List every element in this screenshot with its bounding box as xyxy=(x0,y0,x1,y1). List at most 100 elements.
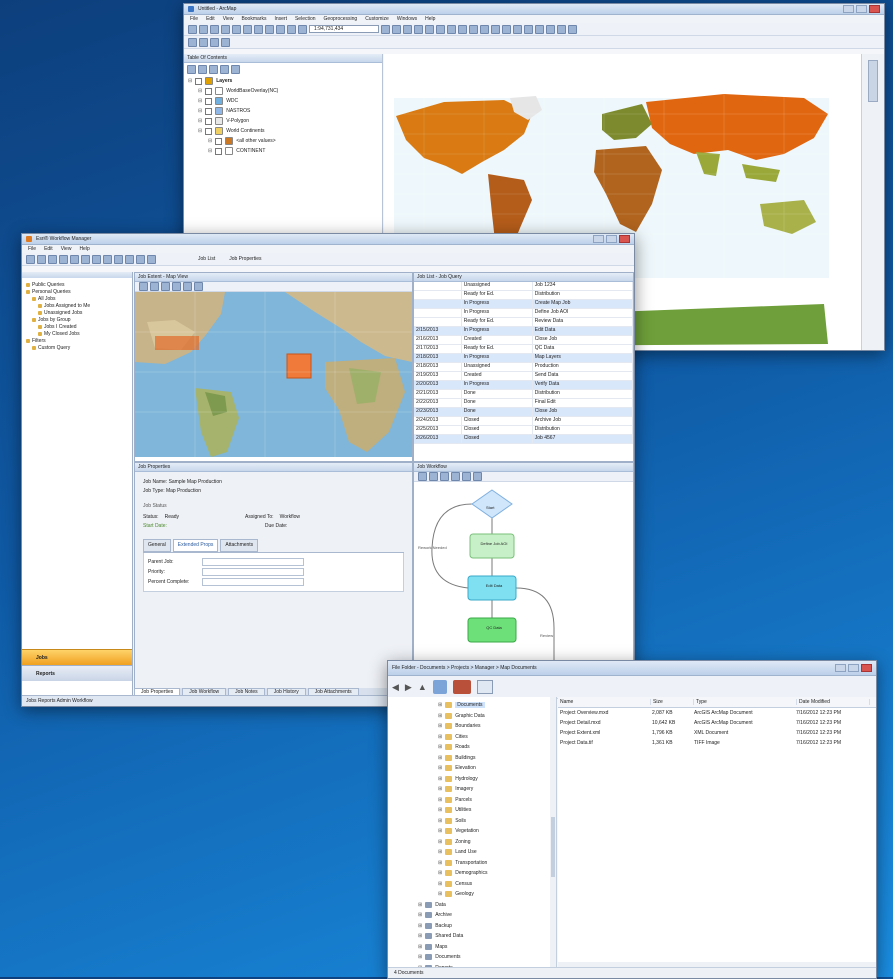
pan-icon[interactable] xyxy=(161,282,170,291)
zoom-in-icon[interactable] xyxy=(139,282,148,291)
expand-icon[interactable]: ⊞ xyxy=(418,944,422,950)
expand-icon[interactable]: ⊞ xyxy=(438,807,442,813)
python-icon[interactable] xyxy=(436,24,445,34)
toolbox-icon[interactable] xyxy=(425,24,434,34)
checkbox-icon[interactable] xyxy=(205,117,213,125)
folder-tree-item[interactable]: ⊞ Graphic Data xyxy=(388,711,556,722)
identify-icon[interactable] xyxy=(535,24,544,34)
job-extent-map[interactable] xyxy=(135,292,412,457)
toc-layer-row[interactable]: ⊟ WorldBaseOverlay(NC) xyxy=(184,86,382,96)
data-view-icon[interactable] xyxy=(199,37,208,47)
tab-job-list[interactable]: Job List xyxy=(198,256,215,262)
checkbox-icon[interactable] xyxy=(215,137,223,145)
attach-icon[interactable] xyxy=(136,254,145,264)
prop-field-input[interactable] xyxy=(202,558,304,566)
expand-icon[interactable]: ⊟ xyxy=(208,148,212,154)
folder-tree-item[interactable]: ⊞ Elevation xyxy=(388,763,556,774)
minimize-icon[interactable] xyxy=(593,235,604,243)
pause-icon[interactable] xyxy=(221,37,230,47)
job-aoi-atlantic[interactable] xyxy=(286,353,312,379)
scale-box[interactable]: 1:94,731,434 xyxy=(309,25,379,33)
file-row[interactable]: Project Data.tif 1,361 KB TIFF Image 7/16/2… xyxy=(558,738,876,748)
query-tree-item[interactable]: Jobs by Group xyxy=(22,317,132,324)
expand-icon[interactable]: ⊞ xyxy=(418,902,422,908)
forward-icon[interactable] xyxy=(513,24,522,34)
full-extent-icon[interactable] xyxy=(491,24,500,34)
select-icon[interactable] xyxy=(194,282,203,291)
job-list-row[interactable]: Ready for Ed. Review Data xyxy=(414,318,633,327)
checkbox-icon[interactable] xyxy=(205,97,213,105)
zoom-in-icon[interactable] xyxy=(458,24,467,34)
expand-icon[interactable]: ⊞ xyxy=(438,818,442,824)
job-list-row[interactable]: 2/18/2013 Unassigned Production xyxy=(414,363,633,372)
job-aoi-north-america[interactable] xyxy=(155,336,199,350)
execute-step-icon[interactable] xyxy=(451,472,460,481)
tree-scrollbar[interactable] xyxy=(550,697,556,968)
mark-step-complete-icon[interactable] xyxy=(462,472,471,481)
folder-tree-item[interactable]: ⊞ Parcels xyxy=(388,795,556,806)
nav-button-jobs[interactable]: Jobs xyxy=(22,649,132,665)
new-job-icon[interactable] xyxy=(26,254,35,264)
close-icon[interactable] xyxy=(861,664,872,672)
expand-icon[interactable]: ⊞ xyxy=(438,765,442,771)
expand-icon[interactable]: ⊟ xyxy=(198,128,202,134)
zoom-out-icon[interactable] xyxy=(150,282,159,291)
query-tree-item[interactable]: Personal Queries xyxy=(22,289,132,296)
column-header[interactable]: Size xyxy=(651,699,694,705)
dock-tab[interactable] xyxy=(868,60,878,102)
workflow-step-define-aoi[interactable] xyxy=(469,533,515,559)
zoom-out-icon[interactable] xyxy=(469,24,478,34)
options-icon[interactable] xyxy=(231,65,240,74)
add-data-icon[interactable] xyxy=(298,24,307,34)
query-tree-item[interactable]: Jobs I Created xyxy=(22,324,132,331)
cut-icon[interactable] xyxy=(232,24,241,34)
menu-item-insert[interactable]: Insert xyxy=(274,16,287,22)
folder-tree-item[interactable]: ⊞ Archive xyxy=(388,910,556,921)
folder-tree-item[interactable]: ⊞ Imagery xyxy=(388,784,556,795)
expand-icon[interactable]: ⊞ xyxy=(438,870,442,876)
workflow-step-qc-data[interactable] xyxy=(467,617,517,643)
folder-tree-item[interactable]: ⊞ Transportation xyxy=(388,858,556,869)
redo-icon[interactable] xyxy=(287,24,296,34)
folder-tree-item[interactable]: ⊞ Land Use xyxy=(388,847,556,858)
job-list-row[interactable]: 2/19/2013 Created Send Data xyxy=(414,372,633,381)
toc-layer-row[interactable]: ⊟ World Continents xyxy=(184,126,382,136)
expand-icon[interactable]: ⊞ xyxy=(438,776,442,782)
folder-tree-item[interactable]: ⊞ Cities xyxy=(388,732,556,743)
job-list-row[interactable]: 2/21/2013 Done Distribution xyxy=(414,390,633,399)
tab-extended-props[interactable]: Extended Props xyxy=(172,539,219,552)
maximize-icon[interactable] xyxy=(848,664,859,672)
toc-layer-row[interactable]: ⊟ NASTROS xyxy=(184,106,382,116)
checkbox-icon[interactable] xyxy=(215,147,223,155)
menu-item-edit[interactable]: Edit xyxy=(44,246,53,252)
undo-icon[interactable] xyxy=(276,24,285,34)
expand-icon[interactable]: ⊞ xyxy=(438,839,442,845)
menu-item-file[interactable]: File xyxy=(28,246,36,252)
menu-item-customize[interactable]: Customize xyxy=(365,16,389,22)
job-list-row[interactable]: Unassigned Job 1234 xyxy=(414,282,633,291)
expand-icon[interactable]: ⊞ xyxy=(418,923,422,929)
expand-icon[interactable]: ⊟ xyxy=(198,98,202,104)
workflow-start-diamond[interactable] xyxy=(471,489,513,519)
prop-field-input[interactable] xyxy=(202,568,304,576)
recreate-icon[interactable] xyxy=(473,472,482,481)
notes-icon[interactable] xyxy=(125,254,134,264)
query-tree-item[interactable]: Unassigned Jobs xyxy=(22,310,132,317)
find-icon[interactable] xyxy=(546,24,555,34)
nav-button-reports[interactable]: Reports xyxy=(22,665,132,681)
folder-tree-item[interactable]: ⊞ Backup xyxy=(388,921,556,932)
expand-icon[interactable]: ⊞ xyxy=(438,797,442,803)
expand-icon[interactable]: ⊞ xyxy=(438,702,442,708)
new-icon[interactable] xyxy=(188,24,197,34)
expand-icon[interactable]: ⊞ xyxy=(438,828,442,834)
list-by-visibility-icon[interactable] xyxy=(209,65,218,74)
query-tree-item[interactable]: My Closed Jobs xyxy=(22,331,132,338)
expand-icon[interactable]: ⊞ xyxy=(438,755,442,761)
measure-icon[interactable] xyxy=(557,24,566,34)
checkbox-icon[interactable] xyxy=(195,77,203,85)
job-list-row[interactable]: 2/20/2013 In Progress Verify Data xyxy=(414,381,633,390)
back-icon[interactable] xyxy=(502,24,511,34)
folder-tree-item[interactable]: ⊞ Buildings xyxy=(388,753,556,764)
expand-icon[interactable]: ⊟ xyxy=(208,138,212,144)
menu-item-bookmarks[interactable]: Bookmarks xyxy=(241,16,266,22)
